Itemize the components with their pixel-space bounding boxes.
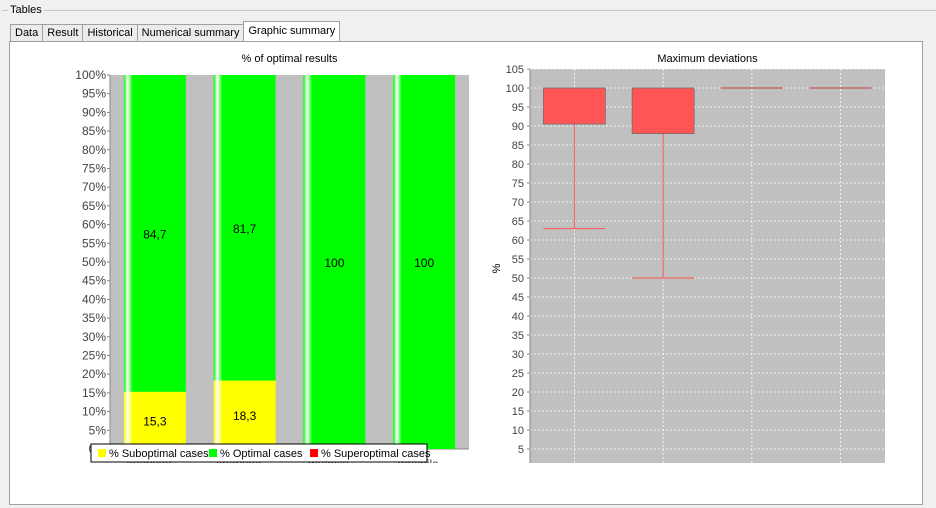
y-tick-label: 55% bbox=[82, 236, 106, 250]
y-tick-label: 15% bbox=[82, 386, 106, 400]
y-tick-label: 35 bbox=[512, 330, 524, 342]
group-border bbox=[2, 10, 936, 11]
y-tick-label: 40 bbox=[512, 311, 524, 323]
tab-graphic-summary[interactable]: Graphic summary bbox=[243, 21, 341, 41]
tab-data[interactable]: Data bbox=[10, 24, 44, 41]
y-tick-label: 50% bbox=[82, 255, 106, 269]
tab-bar: Data Result Historical Numerical summary… bbox=[10, 21, 341, 41]
y-tick-label: 15 bbox=[512, 406, 524, 418]
graphic-summary-panel: % of optimal results0%5%10%15%20%25%30%3… bbox=[9, 41, 923, 505]
bar-data-label: 81,7 bbox=[233, 222, 257, 236]
box-body bbox=[631, 87, 695, 134]
legend-swatch bbox=[98, 449, 106, 457]
bar-data-label: 84,7 bbox=[143, 227, 167, 241]
y-tick-label: 105 bbox=[506, 64, 524, 76]
y-tick-label: 90% bbox=[82, 105, 106, 119]
legend-swatch bbox=[310, 449, 318, 457]
y-tick-label: 5 bbox=[518, 444, 524, 456]
y-tick-label: 65 bbox=[512, 216, 524, 228]
y-tick-label: 50 bbox=[512, 273, 524, 285]
y-tick-label: 80 bbox=[512, 159, 524, 171]
chart-legend: % Suboptimal cases % Optimal cases % Super… bbox=[90, 443, 431, 463]
y-tick-label: 30% bbox=[82, 330, 106, 344]
legend-swatch bbox=[209, 449, 217, 457]
tab-numerical-summary[interactable]: Numerical summary bbox=[136, 24, 245, 41]
legend-label: % Suboptimal cases bbox=[109, 448, 209, 460]
bar-data-label: 100 bbox=[324, 256, 344, 270]
y-tick-label: 35% bbox=[82, 311, 106, 325]
y-tick-label: 85 bbox=[512, 140, 524, 152]
tab-result[interactable]: Result bbox=[42, 24, 84, 41]
y-tick-label: 75 bbox=[512, 178, 524, 190]
y-axis-label: % bbox=[491, 263, 503, 273]
y-tick-label: 45% bbox=[82, 274, 106, 288]
plot-area bbox=[530, 69, 885, 463]
y-tick-label: 40% bbox=[82, 292, 106, 306]
box-body bbox=[542, 87, 606, 125]
y-tick-label: 100 bbox=[506, 83, 524, 95]
y-tick-label: 65% bbox=[82, 199, 106, 213]
y-tick-label: 85% bbox=[82, 124, 106, 138]
y-tick-label: 60 bbox=[512, 235, 524, 247]
y-tick-label: 10 bbox=[512, 425, 524, 437]
legend-label: % Optimal cases bbox=[220, 448, 303, 460]
y-tick-label: 90 bbox=[512, 121, 524, 133]
y-tick-label: 70% bbox=[82, 180, 106, 194]
y-tick-label: 80% bbox=[82, 143, 106, 157]
y-tick-label: 70 bbox=[512, 197, 524, 209]
y-tick-label: 95% bbox=[82, 87, 106, 101]
legend-label: % Superoptimal cases bbox=[321, 448, 431, 460]
group-title: Tables bbox=[8, 4, 44, 16]
y-tick-label: 45 bbox=[512, 292, 524, 304]
bar-data-label: 18,3 bbox=[233, 409, 257, 423]
bar-data-label: 100 bbox=[414, 256, 434, 270]
y-tick-label: 20 bbox=[512, 387, 524, 399]
y-tick-label: 10% bbox=[82, 405, 106, 419]
y-tick-label: 60% bbox=[82, 218, 106, 232]
y-tick-label: 5% bbox=[89, 423, 107, 437]
bar-data-label: 15,3 bbox=[143, 414, 167, 428]
chart-title: Maximum deviations bbox=[657, 53, 758, 65]
y-tick-label: 25 bbox=[512, 368, 524, 380]
chart-title: % of optimal results bbox=[242, 53, 338, 65]
optimal-results-chart: % of optimal results0%5%10%15%20%25%30%3… bbox=[54, 51, 474, 463]
y-tick-label: 30 bbox=[512, 349, 524, 361]
y-tick-label: 75% bbox=[82, 162, 106, 176]
y-tick-label: 100% bbox=[75, 68, 106, 82]
y-tick-label: 95 bbox=[512, 102, 524, 114]
tab-historical[interactable]: Historical bbox=[82, 24, 138, 41]
max-deviations-chart: Maximum deviations0510152025303540455055… bbox=[476, 51, 894, 463]
y-tick-label: 25% bbox=[82, 349, 106, 363]
y-tick-label: 55 bbox=[512, 254, 524, 266]
y-tick-label: 20% bbox=[82, 367, 106, 381]
